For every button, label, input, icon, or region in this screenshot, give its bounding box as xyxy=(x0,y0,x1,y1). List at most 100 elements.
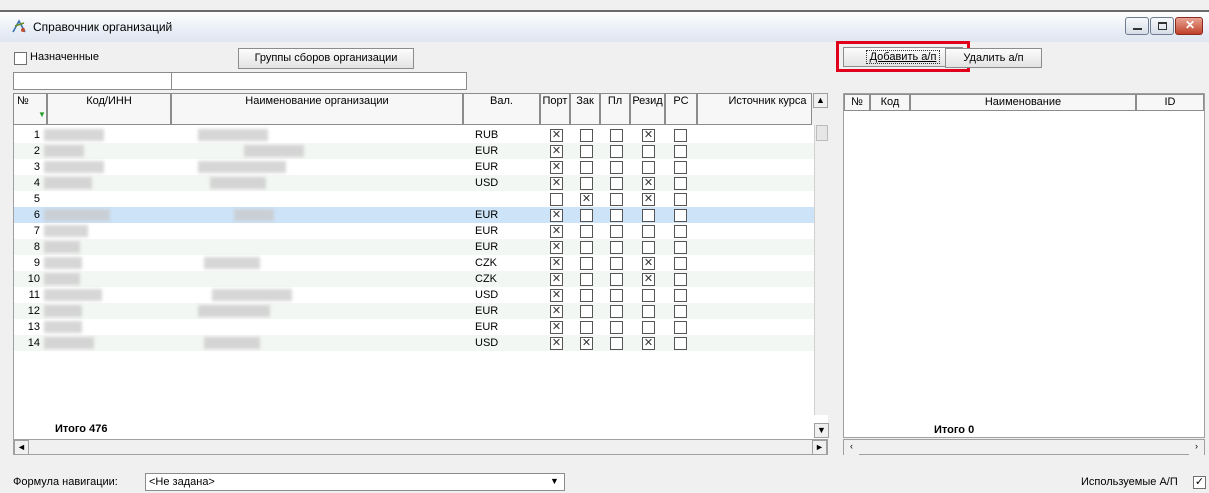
pc-checkbox[interactable] xyxy=(674,321,687,334)
zak-checkbox[interactable] xyxy=(580,321,593,334)
pc-checkbox[interactable] xyxy=(674,305,687,318)
scroll-up-button[interactable]: ▲ xyxy=(813,93,828,108)
table-row[interactable]: 3 EUR ✕ xyxy=(14,159,829,175)
pl-checkbox[interactable] xyxy=(610,177,623,190)
table-row[interactable]: 11 USD ✕ xyxy=(14,287,829,303)
vertical-scrollbar[interactable] xyxy=(814,125,829,415)
pc-checkbox[interactable] xyxy=(674,241,687,254)
close-button[interactable]: ✕ xyxy=(1175,17,1203,35)
port-checkbox[interactable]: ✕ xyxy=(550,129,563,142)
pl-checkbox[interactable] xyxy=(610,129,623,142)
formula-select[interactable]: <Не задана> ▼ xyxy=(145,473,565,491)
col-pl-header[interactable]: Пл xyxy=(600,93,630,125)
pl-checkbox[interactable] xyxy=(610,289,623,302)
zak-checkbox[interactable]: ✕ xyxy=(580,193,593,206)
zak-checkbox[interactable] xyxy=(580,209,593,222)
rezid-checkbox[interactable]: ✕ xyxy=(642,177,655,190)
pc-checkbox[interactable] xyxy=(674,289,687,302)
rezid-checkbox[interactable] xyxy=(642,209,655,222)
col-currency-header[interactable]: Вал. xyxy=(463,93,540,125)
col-zak-header[interactable]: Зак xyxy=(570,93,600,125)
right-scroll-left-button[interactable]: ‹ xyxy=(844,440,859,455)
rezid-checkbox[interactable] xyxy=(642,321,655,334)
table-row[interactable]: 9 CZK ✕ ✕ xyxy=(14,255,829,271)
rezid-checkbox[interactable] xyxy=(642,289,655,302)
pc-checkbox[interactable] xyxy=(674,257,687,270)
pc-checkbox[interactable] xyxy=(674,225,687,238)
assigned-checkbox[interactable] xyxy=(14,52,27,65)
table-row[interactable]: 4 USD ✕ ✕ xyxy=(14,175,829,191)
rezid-checkbox[interactable]: ✕ xyxy=(642,257,655,270)
minimize-button[interactable] xyxy=(1125,17,1149,35)
port-checkbox[interactable]: ✕ xyxy=(550,177,563,190)
code-filter-input[interactable] xyxy=(14,73,172,89)
zak-checkbox[interactable] xyxy=(580,257,593,270)
rezid-checkbox[interactable]: ✕ xyxy=(642,193,655,206)
zak-checkbox[interactable] xyxy=(580,241,593,254)
port-checkbox[interactable]: ✕ xyxy=(550,209,563,222)
table-row[interactable]: 12 EUR ✕ xyxy=(14,303,829,319)
table-row[interactable]: 10 CZK ✕ ✕ xyxy=(14,271,829,287)
pl-checkbox[interactable] xyxy=(610,337,623,350)
pl-checkbox[interactable] xyxy=(610,273,623,286)
maximize-button[interactable] xyxy=(1150,17,1174,35)
pc-checkbox[interactable] xyxy=(674,273,687,286)
pl-checkbox[interactable] xyxy=(610,161,623,174)
right-col-name-header[interactable]: Наименование xyxy=(910,94,1136,111)
table-row[interactable]: 1 RUB ✕ ✕ xyxy=(14,127,829,143)
table-row[interactable]: 2 EUR ✕ xyxy=(14,143,829,159)
zak-checkbox[interactable] xyxy=(580,273,593,286)
port-checkbox[interactable]: ✕ xyxy=(550,225,563,238)
rezid-checkbox[interactable] xyxy=(642,225,655,238)
rezid-checkbox[interactable] xyxy=(642,241,655,254)
table-row[interactable]: 8 EUR ✕ xyxy=(14,239,829,255)
pc-checkbox[interactable] xyxy=(674,193,687,206)
col-name-header[interactable]: Наименование организации xyxy=(171,93,463,125)
rezid-checkbox[interactable]: ✕ xyxy=(642,273,655,286)
port-checkbox[interactable]: ✕ xyxy=(550,289,563,302)
scroll-right-button[interactable]: ► xyxy=(812,440,827,455)
pl-checkbox[interactable] xyxy=(610,305,623,318)
col-num-header[interactable]: № ▼ xyxy=(13,93,47,125)
right-col-code-header[interactable]: Код xyxy=(870,94,910,111)
used-ap-checkbox[interactable]: ✓ xyxy=(1193,476,1206,489)
pl-checkbox[interactable] xyxy=(610,257,623,270)
zak-checkbox[interactable] xyxy=(580,305,593,318)
pl-checkbox[interactable] xyxy=(610,225,623,238)
zak-checkbox[interactable] xyxy=(580,161,593,174)
port-checkbox[interactable]: ✕ xyxy=(550,273,563,286)
zak-checkbox[interactable] xyxy=(580,177,593,190)
pc-checkbox[interactable] xyxy=(674,177,687,190)
pl-checkbox[interactable] xyxy=(610,193,623,206)
port-checkbox[interactable]: ✕ xyxy=(550,161,563,174)
pl-checkbox[interactable] xyxy=(610,209,623,222)
col-pc-header[interactable]: РС xyxy=(665,93,697,125)
zak-checkbox[interactable]: ✕ xyxy=(580,337,593,350)
port-checkbox[interactable]: ✕ xyxy=(550,305,563,318)
right-col-id-header[interactable]: ID xyxy=(1136,94,1204,111)
rezid-checkbox[interactable]: ✕ xyxy=(642,129,655,142)
table-row[interactable]: 13 EUR ✕ xyxy=(14,319,829,335)
table-row[interactable]: 14 USD ✕ ✕ ✕ xyxy=(14,335,829,351)
scroll-down-button[interactable]: ▼ xyxy=(814,423,829,438)
col-rezid-header[interactable]: Резид xyxy=(630,93,665,125)
remove-ap-button[interactable]: Удалить а/п xyxy=(945,48,1042,68)
pl-checkbox[interactable] xyxy=(610,321,623,334)
zak-checkbox[interactable] xyxy=(580,289,593,302)
right-horizontal-scrollbar[interactable]: ‹ › xyxy=(843,439,1205,455)
vertical-scroll-thumb[interactable] xyxy=(816,125,828,141)
pc-checkbox[interactable] xyxy=(674,337,687,350)
col-port-header[interactable]: Порт xyxy=(540,93,570,125)
pl-checkbox[interactable] xyxy=(610,241,623,254)
right-col-num-header[interactable]: № xyxy=(844,94,870,111)
rezid-checkbox[interactable]: ✕ xyxy=(642,337,655,350)
port-checkbox[interactable] xyxy=(550,193,563,206)
table-row[interactable]: 6 EUR ✕ xyxy=(14,207,829,223)
zak-checkbox[interactable] xyxy=(580,225,593,238)
rezid-checkbox[interactable] xyxy=(642,161,655,174)
groups-button[interactable]: Группы сборов организации xyxy=(238,48,414,69)
zak-checkbox[interactable] xyxy=(580,129,593,142)
port-checkbox[interactable]: ✕ xyxy=(550,321,563,334)
table-row[interactable]: 7 EUR ✕ xyxy=(14,223,829,239)
pc-checkbox[interactable] xyxy=(674,209,687,222)
